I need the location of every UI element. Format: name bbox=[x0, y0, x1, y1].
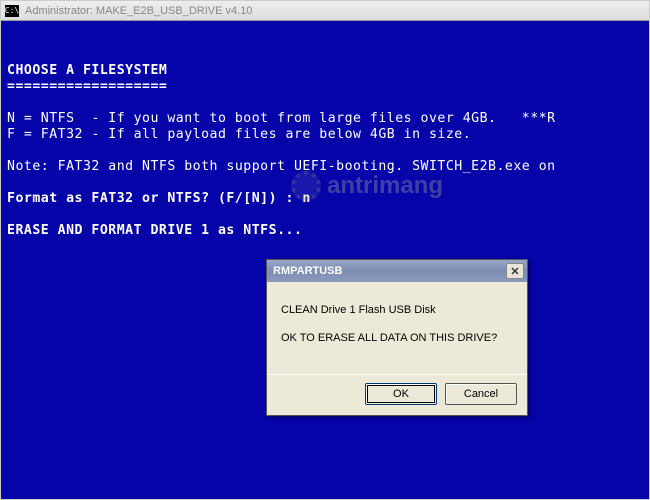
console-prompt: Format as FAT32 or NTFS? (F/[N]) : n bbox=[7, 191, 311, 206]
console-line-fat32: F = FAT32 - If all payload files are bel… bbox=[7, 127, 471, 142]
console-line-ntfs: N = NTFS - If you want to boot from larg… bbox=[7, 111, 556, 126]
cmd-icon: C:\ bbox=[5, 5, 19, 17]
close-icon: ✕ bbox=[510, 265, 519, 278]
dialog-message-line2: OK TO ERASE ALL DATA ON THIS DRIVE? bbox=[281, 332, 513, 344]
ok-button[interactable]: OK bbox=[365, 383, 437, 405]
window-title: Administrator: MAKE_E2B_USB_DRIVE v4.10 bbox=[25, 5, 252, 17]
console-blank-line bbox=[7, 143, 15, 158]
dialog-body: CLEAN Drive 1 Flash USB Disk OK TO ERASE… bbox=[267, 282, 527, 374]
console-heading-underline: =================== bbox=[7, 79, 167, 94]
console-blank-line bbox=[7, 95, 15, 110]
cancel-button[interactable]: Cancel bbox=[445, 383, 517, 405]
console-blank-line bbox=[7, 207, 15, 222]
dialog-titlebar[interactable]: RMPARTUSB ✕ bbox=[267, 260, 527, 282]
window-titlebar: C:\ Administrator: MAKE_E2B_USB_DRIVE v4… bbox=[1, 1, 649, 21]
dialog-title: RMPARTUSB bbox=[273, 265, 342, 277]
console-erase-line: ERASE AND FORMAT DRIVE 1 as NTFS... bbox=[7, 223, 302, 238]
dialog-message-line1: CLEAN Drive 1 Flash USB Disk bbox=[281, 304, 513, 316]
console-blank-line bbox=[7, 47, 15, 62]
confirm-dialog: RMPARTUSB ✕ CLEAN Drive 1 Flash USB Disk… bbox=[266, 259, 528, 416]
dialog-button-row: OK Cancel bbox=[267, 375, 527, 415]
console-heading: CHOOSE A FILESYSTEM bbox=[7, 63, 167, 78]
dialog-close-button[interactable]: ✕ bbox=[506, 263, 524, 279]
console-note: Note: FAT32 and NTFS both support UEFI-b… bbox=[7, 159, 556, 174]
console-blank-line bbox=[7, 175, 15, 190]
